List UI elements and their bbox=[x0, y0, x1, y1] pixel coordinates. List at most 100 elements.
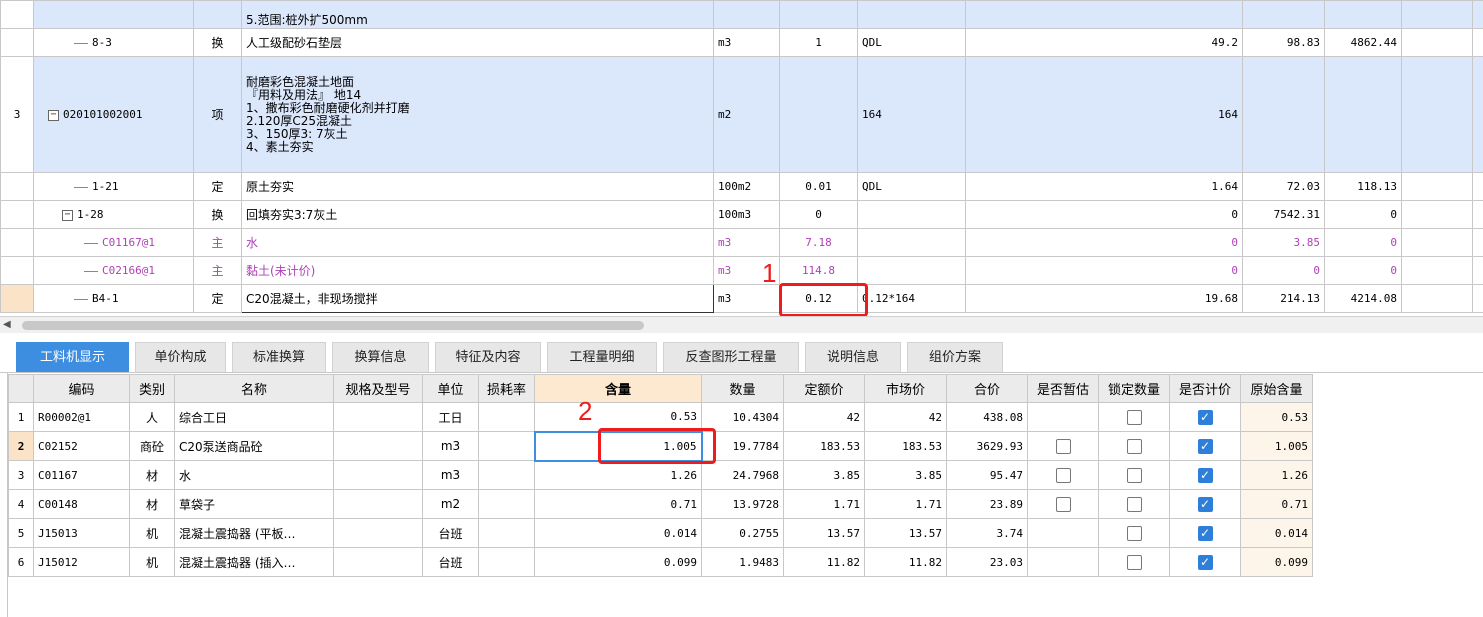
name-cell[interactable]: 原土夯实 bbox=[241, 172, 714, 201]
name-cell[interactable]: 混凝土震捣器 (平板… bbox=[174, 518, 334, 548]
table-row[interactable]: 6 J15012 机混凝土震捣器 (插入… 台班 0.099 1.9483 11.82 11.… bbox=[8, 547, 1313, 577]
col-header-quota-price[interactable]: 定额价 bbox=[783, 374, 865, 403]
table-row[interactable]: 3 C01167 材水 m3 1.26 24.7968 3.85 3.85 95.47 ✓ 1.26 bbox=[8, 460, 1313, 490]
market-price-cell[interactable]: 42 bbox=[864, 402, 947, 432]
market-price-cell[interactable]: 11.82 bbox=[864, 547, 947, 577]
tab-labor-material-machine[interactable]: 工料机显示 bbox=[16, 342, 129, 372]
col-header-content[interactable]: 含量 bbox=[534, 374, 702, 403]
checkmark-icon[interactable]: ✓ bbox=[1197, 438, 1213, 454]
col-header-loss-rate[interactable]: 损耗率 bbox=[478, 374, 535, 403]
content-cell[interactable]: 0.014 bbox=[534, 518, 702, 548]
checkbox[interactable] bbox=[1055, 438, 1071, 454]
col-header-quantity[interactable]: 数量 bbox=[701, 374, 784, 403]
is-priced-cell[interactable]: ✓ bbox=[1169, 431, 1241, 461]
market-price-cell[interactable]: 183.53 bbox=[864, 431, 947, 461]
market-price-cell[interactable]: 1.71 bbox=[864, 489, 947, 519]
col-header-market-price[interactable]: 市场价 bbox=[864, 374, 947, 403]
content-cell[interactable]: 1.26 bbox=[534, 460, 702, 490]
name-cell[interactable]: 回填夯实3:7灰土 bbox=[241, 200, 714, 229]
loss-rate-cell[interactable] bbox=[478, 402, 535, 432]
name-cell[interactable]: 水 bbox=[174, 460, 334, 490]
market-price-cell[interactable]: 3.85 bbox=[864, 460, 947, 490]
table-row[interactable]: −1-28 换 回填夯实3:7灰土 100m3 0 0 7542.31 0 bbox=[0, 200, 1483, 229]
loss-rate-cell[interactable] bbox=[478, 489, 535, 519]
name-cell[interactable]: C20混凝土，非现场搅拌 bbox=[241, 284, 714, 313]
tab-reverse-graphic-quantity[interactable]: 反查图形工程量 bbox=[663, 342, 799, 372]
name-cell[interactable]: 5.范围:桩外扩500mm bbox=[241, 0, 714, 29]
table-row-selected[interactable]: B4-1 定 C20混凝土，非现场搅拌 m3 0.12 0.12*164 19.… bbox=[0, 284, 1483, 313]
spec-cell[interactable] bbox=[333, 489, 423, 519]
tab-quantity-details[interactable]: 工程量明细 bbox=[547, 342, 657, 372]
checkmark-icon[interactable]: ✓ bbox=[1197, 525, 1213, 541]
qty-cell[interactable]: QDL bbox=[857, 172, 966, 201]
is-priced-cell[interactable]: ✓ bbox=[1169, 460, 1241, 490]
checkbox[interactable] bbox=[1126, 496, 1142, 512]
qty-expr-cell[interactable]: 7.18 bbox=[779, 228, 858, 257]
name-cell[interactable]: C20泵送商品砼 bbox=[174, 431, 334, 461]
qty-cell[interactable] bbox=[857, 256, 966, 285]
spec-cell[interactable] bbox=[333, 431, 423, 461]
minus-box-icon[interactable]: − bbox=[62, 209, 73, 221]
table-row[interactable]: C02166@1 主 黏土(未计价) m3 114.8 0 0 0 bbox=[0, 256, 1483, 285]
lock-quantity-cell[interactable] bbox=[1098, 431, 1170, 461]
qty-cell[interactable] bbox=[857, 200, 966, 229]
checkbox[interactable] bbox=[1055, 467, 1071, 483]
qty-cell[interactable]: 164 bbox=[857, 56, 966, 173]
checkbox[interactable] bbox=[1055, 496, 1071, 512]
name-cell[interactable]: 耐磨彩色混凝土地面 『用料及用法』 地14 1、撒布彩色耐磨硬化剂并打磨 2.1… bbox=[241, 56, 714, 173]
qty-expr-cell[interactable]: 114.8 bbox=[779, 256, 858, 285]
is-estimate-cell[interactable] bbox=[1027, 489, 1099, 519]
qty-cell[interactable] bbox=[857, 228, 966, 257]
tab-conversion-info[interactable]: 换算信息 bbox=[332, 342, 429, 372]
name-cell[interactable]: 综合工日 bbox=[174, 402, 334, 432]
qty-expr-cell[interactable]: 0.01 bbox=[779, 172, 858, 201]
is-priced-cell[interactable]: ✓ bbox=[1169, 489, 1241, 519]
checkbox[interactable] bbox=[1126, 525, 1142, 541]
is-estimate-cell[interactable] bbox=[1027, 460, 1099, 490]
lock-quantity-cell[interactable] bbox=[1098, 518, 1170, 548]
tab-unit-price-composition[interactable]: 单价构成 bbox=[135, 342, 226, 372]
tab-features-content[interactable]: 特征及内容 bbox=[435, 342, 541, 372]
col-header-total[interactable]: 合价 bbox=[946, 374, 1028, 403]
loss-rate-cell[interactable] bbox=[478, 518, 535, 548]
qty-expr-cell[interactable]: 0 bbox=[779, 200, 858, 229]
is-priced-cell[interactable]: ✓ bbox=[1169, 547, 1241, 577]
checkbox[interactable] bbox=[1126, 438, 1142, 454]
checkbox[interactable] bbox=[1126, 409, 1142, 425]
name-cell[interactable]: 水 bbox=[241, 228, 714, 257]
lock-quantity-cell[interactable] bbox=[1098, 402, 1170, 432]
loss-rate-cell[interactable] bbox=[478, 460, 535, 490]
loss-rate-cell[interactable] bbox=[478, 547, 535, 577]
qty-expr-cell[interactable]: 1 bbox=[779, 28, 858, 57]
table-row[interactable]: 8-3 换 人工级配砂石垫层 m3 1 QDL 49.2 98.83 4862.… bbox=[0, 28, 1483, 57]
horizontal-scrollbar[interactable]: ◀ bbox=[0, 316, 1483, 333]
table-row[interactable]: 4 C00148 材草袋子 m2 0.71 13.9728 1.71 1.71 23.89 ✓ 0.… bbox=[8, 489, 1313, 519]
is-priced-cell[interactable]: ✓ bbox=[1169, 518, 1241, 548]
col-header-name[interactable]: 名称 bbox=[174, 374, 334, 403]
content-cell[interactable]: 0.71 bbox=[534, 489, 702, 519]
name-cell[interactable]: 人工级配砂石垫层 bbox=[241, 28, 714, 57]
table-row[interactable]: 5.范围:桩外扩500mm bbox=[0, 0, 1483, 29]
col-header-code[interactable]: 编码 bbox=[33, 374, 130, 403]
table-row[interactable]: C01167@1 主 水 m3 7.18 0 3.85 0 bbox=[0, 228, 1483, 257]
col-header-unit[interactable]: 单位 bbox=[422, 374, 479, 403]
is-estimate-cell[interactable] bbox=[1027, 431, 1099, 461]
tab-standard-conversion[interactable]: 标准换算 bbox=[232, 342, 326, 372]
lock-quantity-cell[interactable] bbox=[1098, 547, 1170, 577]
is-priced-cell[interactable]: ✓ bbox=[1169, 402, 1241, 432]
name-cell[interactable]: 草袋子 bbox=[174, 489, 334, 519]
qty-cell[interactable]: 0.12*164 bbox=[857, 284, 966, 313]
checkmark-icon[interactable]: ✓ bbox=[1197, 554, 1213, 570]
is-estimate-cell[interactable] bbox=[1027, 518, 1099, 548]
checkmark-icon[interactable]: ✓ bbox=[1197, 467, 1213, 483]
lock-quantity-cell[interactable] bbox=[1098, 460, 1170, 490]
checkmark-icon[interactable]: ✓ bbox=[1197, 496, 1213, 512]
checkbox[interactable] bbox=[1126, 554, 1142, 570]
is-estimate-cell[interactable] bbox=[1027, 402, 1099, 432]
col-header-lock-quantity[interactable]: 锁定数量 bbox=[1098, 374, 1170, 403]
scrollbar-thumb[interactable] bbox=[22, 321, 644, 330]
market-price-cell[interactable]: 13.57 bbox=[864, 518, 947, 548]
loss-rate-cell[interactable] bbox=[478, 431, 535, 461]
spec-cell[interactable] bbox=[333, 402, 423, 432]
is-estimate-cell[interactable] bbox=[1027, 547, 1099, 577]
